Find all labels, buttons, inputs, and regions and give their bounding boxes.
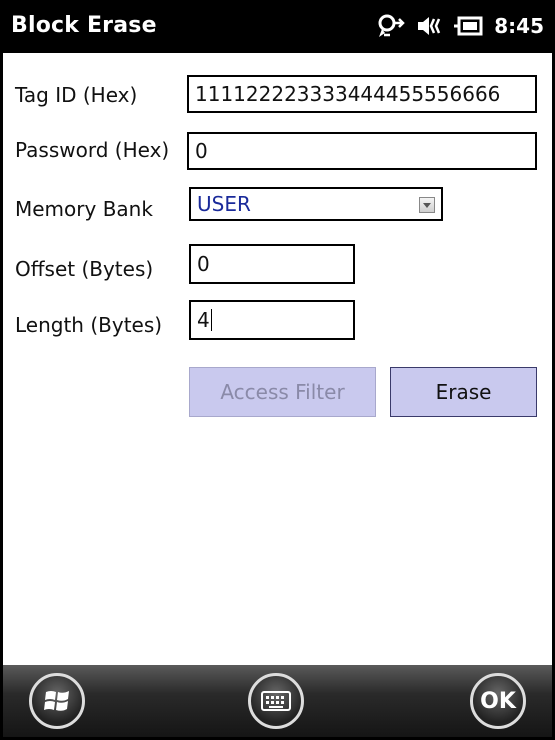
screen: Block Erase 8:45 Tag ID (Hex) 1111222233… <box>3 3 552 737</box>
password-label: Password (Hex) <box>15 138 170 162</box>
keyboard-icon[interactable] <box>248 673 304 729</box>
connectivity-icon[interactable] <box>376 13 406 39</box>
dropdown-arrow-icon[interactable] <box>419 197 435 213</box>
title-bar: Block Erase 8:45 <box>3 3 552 53</box>
bottom-bar: OK <box>3 665 552 737</box>
offset-field[interactable]: 0 <box>189 244 355 284</box>
offset-label: Offset (Bytes) <box>15 257 154 281</box>
access-filter-button[interactable]: Access Filter <box>189 367 376 417</box>
battery-icon[interactable] <box>452 15 484 37</box>
tag-id-field[interactable]: 111122223333444455556666 <box>187 75 537 113</box>
windows-start-icon[interactable] <box>29 673 85 729</box>
length-label: Length (Bytes) <box>15 313 163 337</box>
memory-bank-label: Memory Bank <box>15 197 153 221</box>
password-field[interactable]: 0 <box>187 132 537 170</box>
volume-icon[interactable] <box>416 14 442 38</box>
text-cursor <box>210 309 212 331</box>
app-title: Block Erase <box>11 13 157 38</box>
length-value: 4 <box>197 308 210 332</box>
status-area: 8:45 <box>376 13 544 39</box>
clock[interactable]: 8:45 <box>494 14 544 38</box>
memory-bank-select[interactable]: USER <box>189 187 443 221</box>
ok-icon[interactable]: OK <box>470 673 526 729</box>
erase-button[interactable]: Erase <box>390 367 537 417</box>
tag-id-label: Tag ID (Hex) <box>15 83 138 107</box>
memory-bank-value: USER <box>197 192 251 216</box>
length-field[interactable]: 4 <box>189 300 355 340</box>
